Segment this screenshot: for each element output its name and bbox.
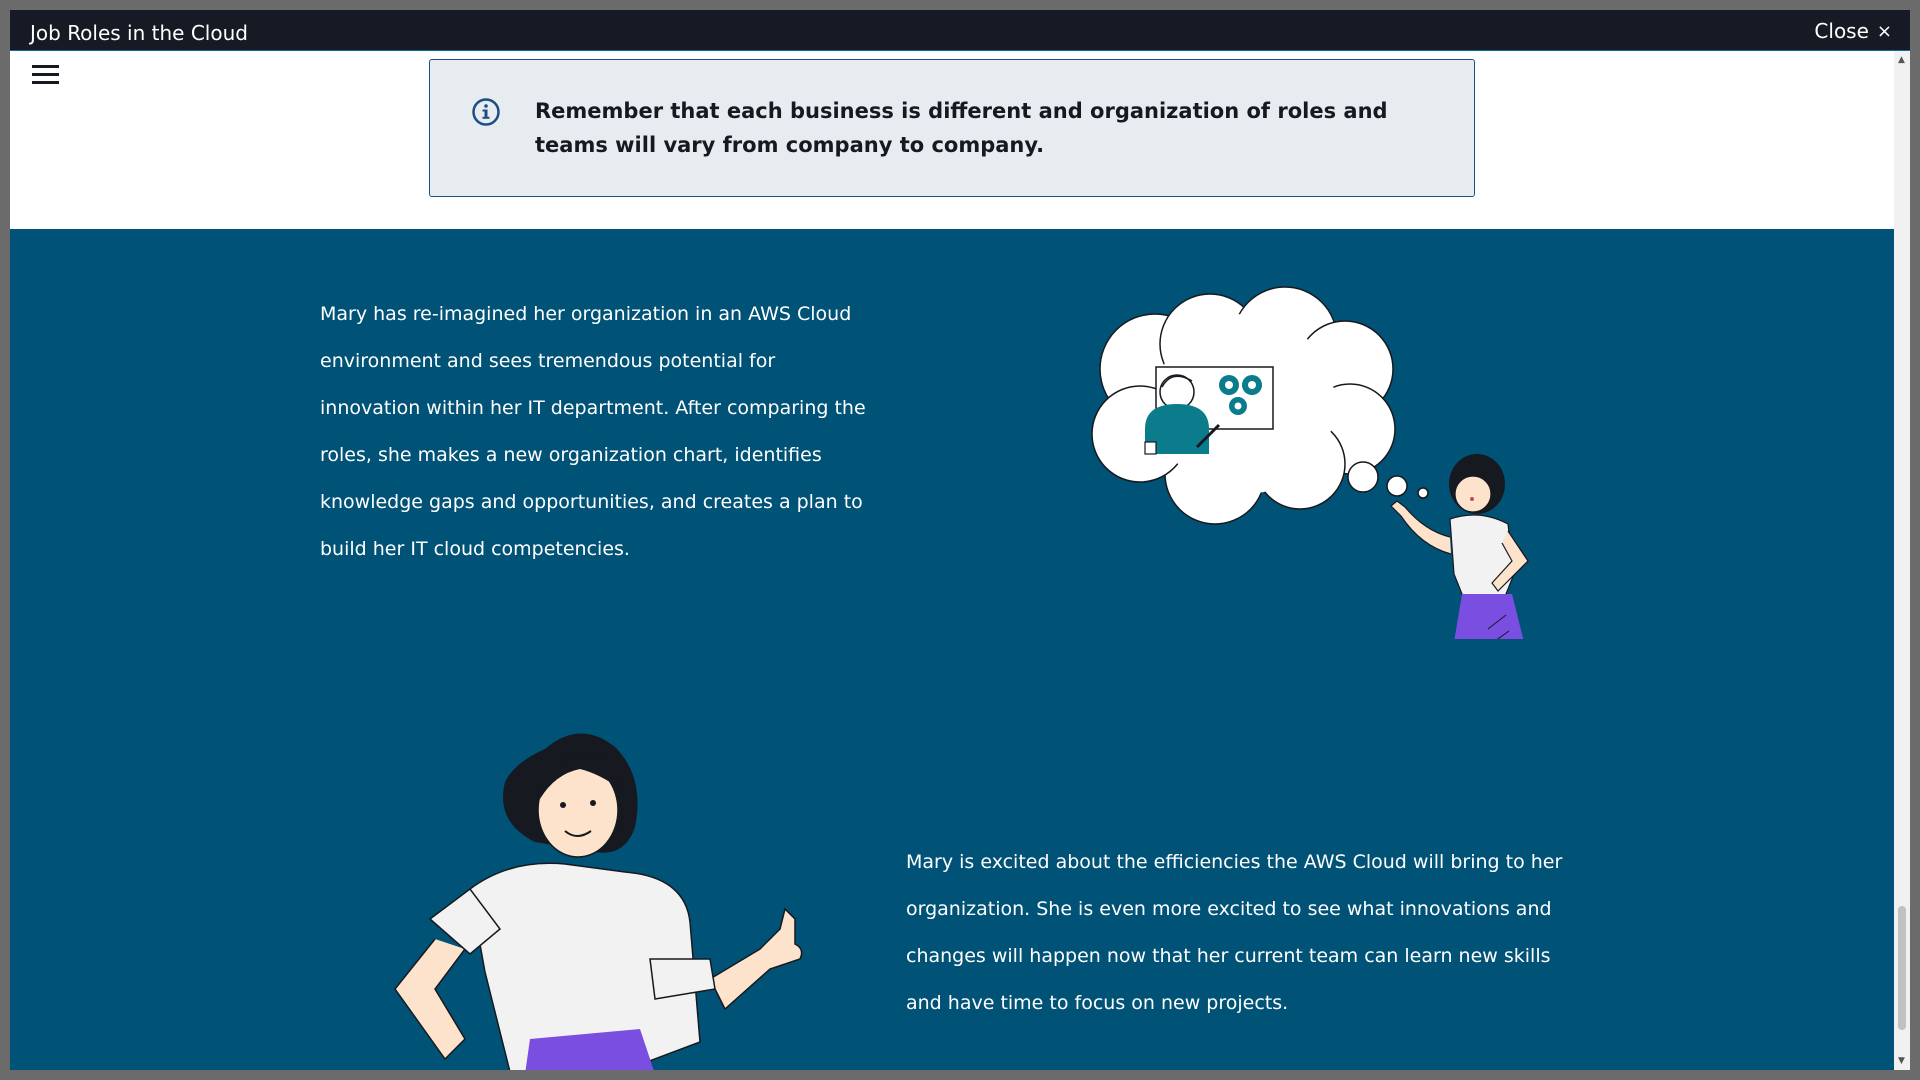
notice-section: Remember that each business is different… [10,51,1894,229]
thinking-woman-illustration [1091,286,1529,639]
scroll-up-icon[interactable]: ▲ [1898,55,1905,65]
lesson-content: Remember that each business is different… [10,51,1894,1070]
story-paragraph-2: Mary is excited about the efficiencies t… [906,851,1563,1014]
thumbs-up-woman [394,733,803,1070]
lesson-window: Job Roles in the Cloud Close × Remember … [10,10,1910,1070]
info-icon [472,98,500,126]
thumbs-up-woman-illustration [394,733,803,1070]
callout-text: Remember that each business is different… [535,99,1388,157]
thinking-woman [1390,454,1529,639]
scroll-down-icon[interactable]: ▼ [1898,1056,1905,1066]
info-callout: Remember that each business is different… [429,59,1475,197]
story-section: Mary has re-imagined her organization in… [10,229,1894,1070]
window-title: Job Roles in the Cloud [30,21,248,45]
story-paragraph-1: Mary has re-imagined her organization in… [320,303,866,560]
close-icon: × [1876,20,1892,42]
hamburger-menu-icon[interactable] [30,63,60,87]
vertical-scrollbar[interactable]: ▲ ▼ [1894,51,1910,1070]
scrollbar-thumb[interactable] [1898,906,1906,1030]
close-label: Close [1814,19,1869,43]
title-bar: Job Roles in the Cloud Close × [10,10,1910,51]
close-button[interactable]: Close × [1814,19,1892,43]
